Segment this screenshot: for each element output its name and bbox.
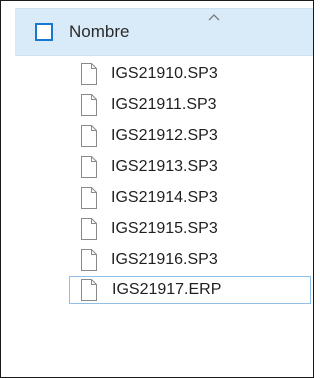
blank-file-icon <box>79 249 99 271</box>
blank-file-icon <box>79 218 99 240</box>
file-row[interactable]: IGS21912.SP3 <box>77 124 257 148</box>
file-row[interactable]: IGS21914.SP3 <box>77 186 257 210</box>
file-name: IGS21912.SP3 <box>111 127 218 144</box>
file-name: IGS21910.SP3 <box>111 65 218 82</box>
file-row[interactable]: IGS21915.SP3 <box>77 217 257 241</box>
file-row[interactable]: IGS21911.SP3 <box>77 93 257 117</box>
sort-ascending-icon <box>207 9 221 21</box>
file-name: IGS21916.SP3 <box>111 251 218 268</box>
file-row-selected[interactable]: IGS21917.ERP <box>69 276 311 304</box>
file-name: IGS21915.SP3 <box>111 220 218 237</box>
file-name: IGS21914.SP3 <box>111 189 218 206</box>
file-row[interactable]: IGS21910.SP3 <box>77 62 257 86</box>
blank-file-icon <box>79 63 99 85</box>
file-name: IGS21913.SP3 <box>111 158 218 175</box>
blank-file-icon <box>79 156 99 178</box>
select-all-checkbox[interactable] <box>35 23 53 41</box>
blank-file-icon <box>79 125 99 147</box>
blank-file-icon <box>79 279 99 301</box>
file-explorer-panel: Nombre IGS21910.SP3 IGS21911.SP3 IGS2191… <box>0 0 314 378</box>
file-name: IGS21911.SP3 <box>111 96 217 113</box>
blank-file-icon <box>79 187 99 209</box>
blank-file-icon <box>79 94 99 116</box>
column-header-label: Nombre <box>69 22 130 41</box>
file-row[interactable]: IGS21916.SP3 <box>77 248 257 272</box>
file-row[interactable]: IGS21913.SP3 <box>77 155 257 179</box>
file-name: IGS21917.ERP <box>112 281 222 298</box>
name-column-header[interactable]: Nombre <box>15 8 313 56</box>
